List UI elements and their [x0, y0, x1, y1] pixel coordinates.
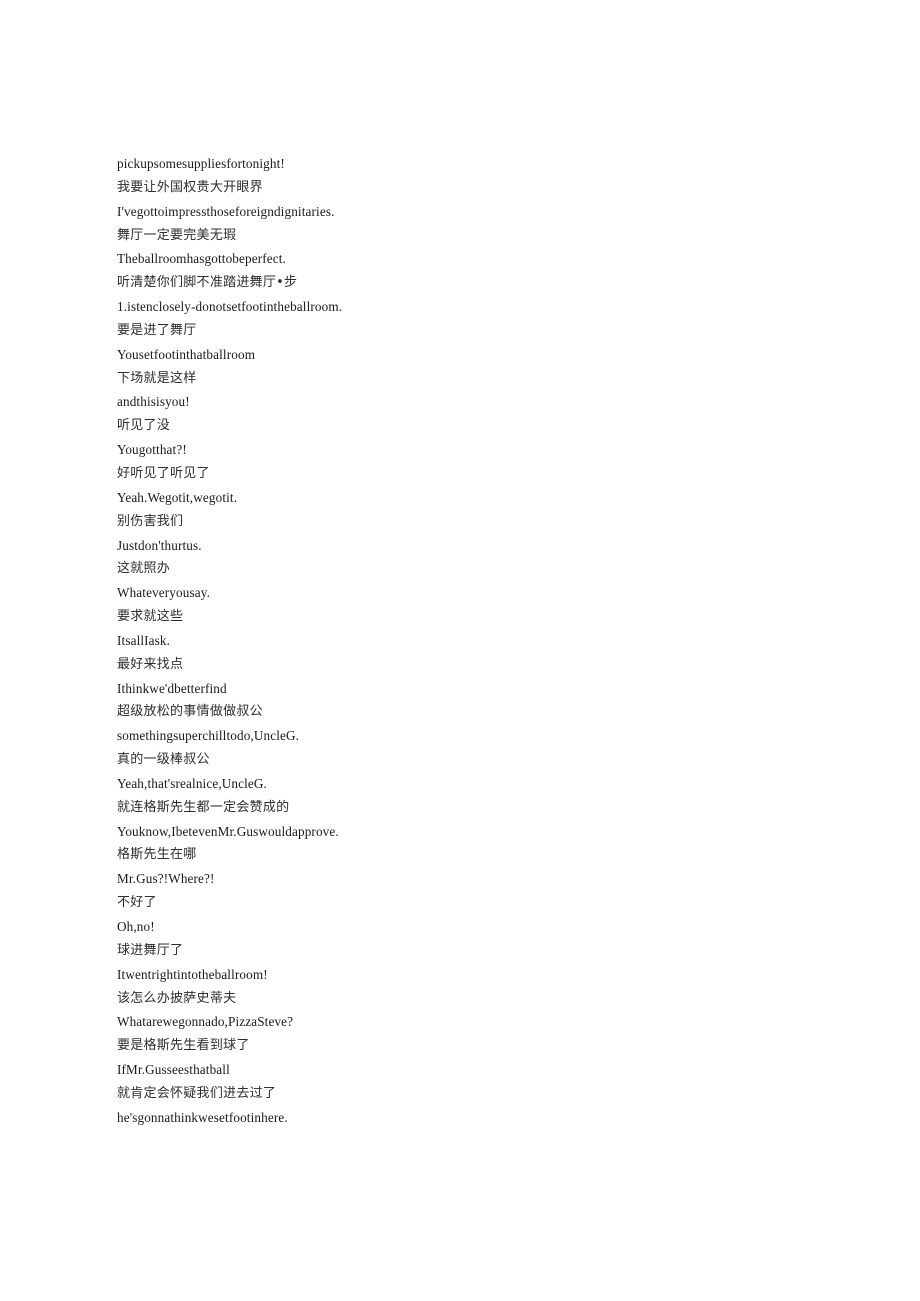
- transcript-body: pickupsomesuppliesfortonight! 我要让外国权贵大开眼界…: [117, 152, 817, 1130]
- transcript-line-zh: 要求就这些: [117, 609, 184, 625]
- transcript-line-zh: 就肯定会怀疑我们进去过了: [117, 1085, 277, 1101]
- transcript-line-en: Whatarewegonnado,PizzaSteve?: [117, 1014, 294, 1030]
- transcript-line-en: Yeah.Wegotit,wegotit.: [117, 489, 238, 505]
- transcript-line-zh: 该怎么办披萨史蒂夫: [117, 990, 237, 1006]
- transcript-line-en: IfMr.Gusseesthatball: [117, 1062, 230, 1078]
- transcript-line-zh: 要是格斯先生看到球了: [117, 1038, 250, 1054]
- transcript-line-en: Whateveryousay.: [117, 585, 211, 601]
- transcript-line-en: pickupsomesuppliesfortonight!: [117, 156, 285, 171]
- transcript-line-en: andthisisyou!: [117, 394, 190, 410]
- transcript-line-en: Youknow,IbetevenMr.Guswouldapprove.: [117, 823, 339, 839]
- transcript-line-zh: 好听见了听见了: [117, 465, 210, 481]
- transcript-line-en: he'sgonnathinkwesetfootinhere.: [117, 1109, 288, 1125]
- transcript-line-en: somethingsuperchilltodo,UncleG.: [117, 728, 300, 744]
- transcript-line-en: Yousetfootinthatballroom: [117, 346, 256, 362]
- transcript-line-zh: 别伤害我们: [117, 513, 184, 529]
- transcript-line-en: Itwentrightintotheballroom!: [117, 966, 268, 982]
- transcript-line-en: ItsallIask.: [117, 632, 171, 648]
- transcript-line-zh: 球进舞厅了: [117, 942, 184, 958]
- transcript-line-zh: 听见了没: [117, 418, 171, 434]
- transcript-line-zh: 真的一级棒叔公: [117, 752, 210, 768]
- transcript-line-zh: 要是进了舞厅: [117, 322, 197, 338]
- transcript-line-en: Yougotthat?!: [117, 442, 187, 458]
- transcript-line-zh: 舞厅一定要完美无瑕: [117, 227, 237, 243]
- transcript-line-zh: 就连格斯先生都一定会赞成的: [117, 799, 290, 815]
- transcript-line-en: Theballroomhasgottobeperfect.: [117, 251, 286, 267]
- transcript-line-en: I'vegottoimpressthoseforeigndignitaries.: [117, 203, 335, 219]
- transcript-line-zh: 超级放松的事情做做叔公: [117, 704, 263, 720]
- transcript-line-zh: 听清楚你们脚不准踏进舞厅•步: [117, 275, 298, 291]
- document-page: pickupsomesuppliesfortonight! 我要让外国权贵大开眼界…: [0, 0, 920, 1301]
- transcript-line-en: Oh,no!: [117, 919, 155, 934]
- transcript-line-zh: 格斯先生在哪: [117, 847, 197, 863]
- transcript-line-en: 1.istenclosely-donotsetfootintheballroom…: [117, 299, 343, 315]
- transcript-line-en: Justdon'thurtus.: [117, 537, 202, 553]
- transcript-line-zh: 不好了: [117, 895, 157, 911]
- transcript-line-en: Mr.Gus?!Where?!: [117, 871, 215, 887]
- transcript-line-zh: 这就照办: [117, 561, 171, 577]
- transcript-line-zh: 最好来找点: [117, 656, 184, 672]
- transcript-line-en: Ithinkwe'dbetterfind: [117, 680, 227, 696]
- transcript-line-en: Yeah,that'srealnice,UncleG.: [117, 775, 267, 791]
- transcript-line-zh: 我要让外国权贵大开眼界: [117, 179, 263, 195]
- transcript-line-zh: 下场就是这样: [117, 370, 197, 386]
